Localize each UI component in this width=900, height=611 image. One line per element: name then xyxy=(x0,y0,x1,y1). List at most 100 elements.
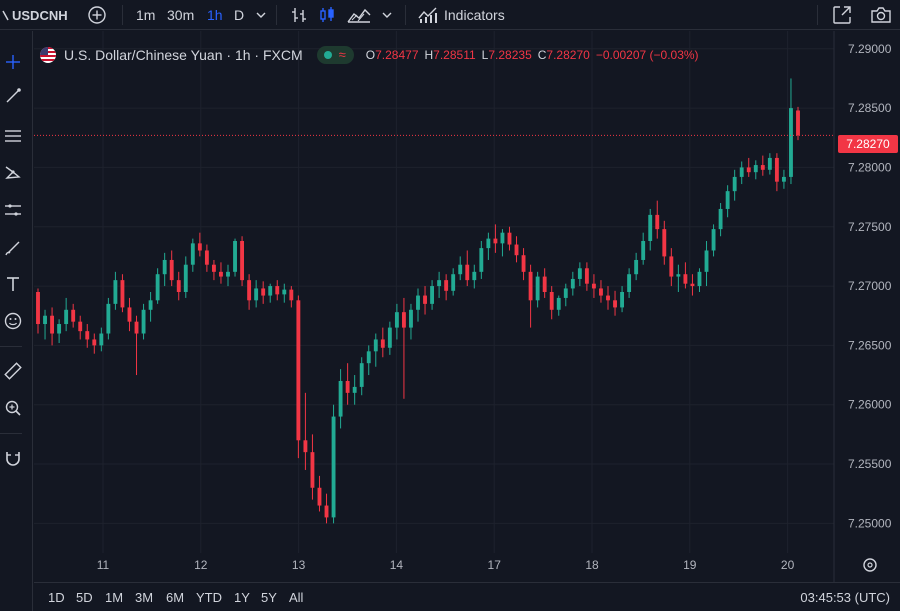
candle-body xyxy=(465,264,470,281)
candle-body xyxy=(655,214,660,230)
candle-body xyxy=(662,229,667,257)
candle-body xyxy=(338,380,343,417)
candle xyxy=(211,259,216,281)
time-tick: 20 xyxy=(781,558,795,572)
time-tick: 12 xyxy=(194,558,208,572)
indicators-button[interactable]: Indicators xyxy=(418,0,505,30)
candle xyxy=(732,169,737,201)
candle-body xyxy=(394,312,399,328)
range-ytd[interactable]: YTD xyxy=(196,583,222,611)
price-tick: 7.25500 xyxy=(848,457,892,471)
candle-body xyxy=(226,271,230,277)
forecast-icon xyxy=(5,204,21,216)
candle xyxy=(401,297,406,399)
bars-style-button[interactable] xyxy=(290,0,308,30)
chart-style-dropdown[interactable] xyxy=(382,0,392,30)
trend-line-icon xyxy=(6,88,21,103)
candle xyxy=(50,307,55,346)
candle-body xyxy=(85,331,90,340)
candle-body xyxy=(606,295,610,301)
area-chart-icon xyxy=(347,8,371,23)
utc-clock[interactable]: 03:45:53 (UTC) xyxy=(800,583,890,611)
interval-d[interactable]: D xyxy=(234,0,244,30)
crosshair-tool[interactable] xyxy=(0,49,26,75)
candle-body xyxy=(409,309,413,328)
emoji-tool[interactable] xyxy=(0,308,26,334)
candle-body xyxy=(373,339,378,352)
snapshot-button[interactable] xyxy=(870,0,892,30)
pattern-tool[interactable] xyxy=(0,159,26,185)
interval-1m[interactable]: 1m xyxy=(136,0,155,30)
candle-body xyxy=(282,289,287,295)
symbol-label: USDCNH xyxy=(12,7,68,23)
candle xyxy=(190,238,195,272)
candle-body xyxy=(690,283,695,287)
plus-circle-icon xyxy=(88,6,106,24)
range-1m[interactable]: 1M xyxy=(105,583,123,611)
range-1y[interactable]: 1Y xyxy=(234,583,250,611)
market-status-badge[interactable]: ≈ xyxy=(316,46,354,64)
range-1d[interactable]: 1D xyxy=(48,583,65,611)
price-tick: 7.25000 xyxy=(848,516,892,530)
high-value: 7.28511 xyxy=(433,48,476,62)
candle xyxy=(662,220,667,265)
zoom-tool[interactable] xyxy=(0,395,26,421)
candle xyxy=(423,286,427,315)
candle xyxy=(148,292,153,322)
candle-body xyxy=(641,240,646,260)
interval-dropdown[interactable] xyxy=(256,0,266,30)
trend-line-tool[interactable] xyxy=(0,83,26,109)
candle-body xyxy=(437,280,442,287)
candles-style-button[interactable] xyxy=(318,0,336,30)
fullscreen-button[interactable] xyxy=(832,0,852,30)
forecast-tool[interactable] xyxy=(0,197,26,223)
range-all[interactable]: All xyxy=(289,583,303,611)
wave-icon: ≈ xyxy=(338,47,346,62)
fib-tool[interactable] xyxy=(0,123,26,149)
candle-body xyxy=(401,312,406,328)
candle xyxy=(219,262,223,284)
candle xyxy=(739,161,744,185)
candle-body xyxy=(296,300,301,441)
candle xyxy=(774,153,779,192)
price-axis[interactable]: 7.29000 7.28500 7.28000 7.27500 7.27000 … xyxy=(848,42,892,531)
ruler-tool[interactable] xyxy=(0,358,26,384)
chart-legend: U.S. Dollar/Chinese Yuan · 1h · FXCM ≈ O… xyxy=(40,44,699,66)
candle xyxy=(261,281,266,304)
candle-body xyxy=(352,386,357,393)
candle-body xyxy=(542,276,547,292)
range-5y[interactable]: 5Y xyxy=(261,583,277,611)
symbol-title[interactable]: U.S. Dollar/Chinese Yuan · 1h · FXCM xyxy=(64,47,303,63)
candle xyxy=(36,288,40,334)
range-3m[interactable]: 3M xyxy=(135,583,153,611)
candle-body xyxy=(190,243,195,265)
interval-30m[interactable]: 30m xyxy=(167,0,194,30)
time-axis[interactable]: 11 12 13 14 17 18 19 20 xyxy=(97,558,795,572)
indicators-label: Indicators xyxy=(444,7,505,23)
candle xyxy=(669,248,674,287)
text-tool[interactable] xyxy=(0,271,26,297)
compare-symbol-button[interactable] xyxy=(87,0,107,30)
candle-body xyxy=(514,244,519,256)
candlestick-chart[interactable]: 7.29000 7.28500 7.28000 7.27500 7.27000 … xyxy=(34,31,900,582)
candle xyxy=(486,232,491,260)
candle xyxy=(169,250,174,287)
range-6m[interactable]: 6M xyxy=(166,583,184,611)
candle-body xyxy=(725,191,730,209)
brush-tool[interactable] xyxy=(0,235,26,261)
candle xyxy=(64,297,69,332)
candle-body xyxy=(535,276,540,301)
interval-1h[interactable]: 1h xyxy=(207,0,223,30)
time-tick: 17 xyxy=(488,558,502,572)
candle-body xyxy=(78,321,83,332)
chevron-down-icon xyxy=(382,12,392,18)
magnet-tool[interactable] xyxy=(0,445,26,471)
axis-settings-button[interactable] xyxy=(863,558,877,572)
range-5d[interactable]: 5D xyxy=(76,583,93,611)
candle-body xyxy=(387,327,392,348)
area-style-button[interactable] xyxy=(347,0,371,30)
candle xyxy=(359,357,364,396)
candle xyxy=(345,363,350,405)
chart-pane[interactable]: 7.29000 7.28500 7.28000 7.27500 7.27000 … xyxy=(34,31,900,582)
symbol-search[interactable]: USDCNH xyxy=(0,0,68,30)
